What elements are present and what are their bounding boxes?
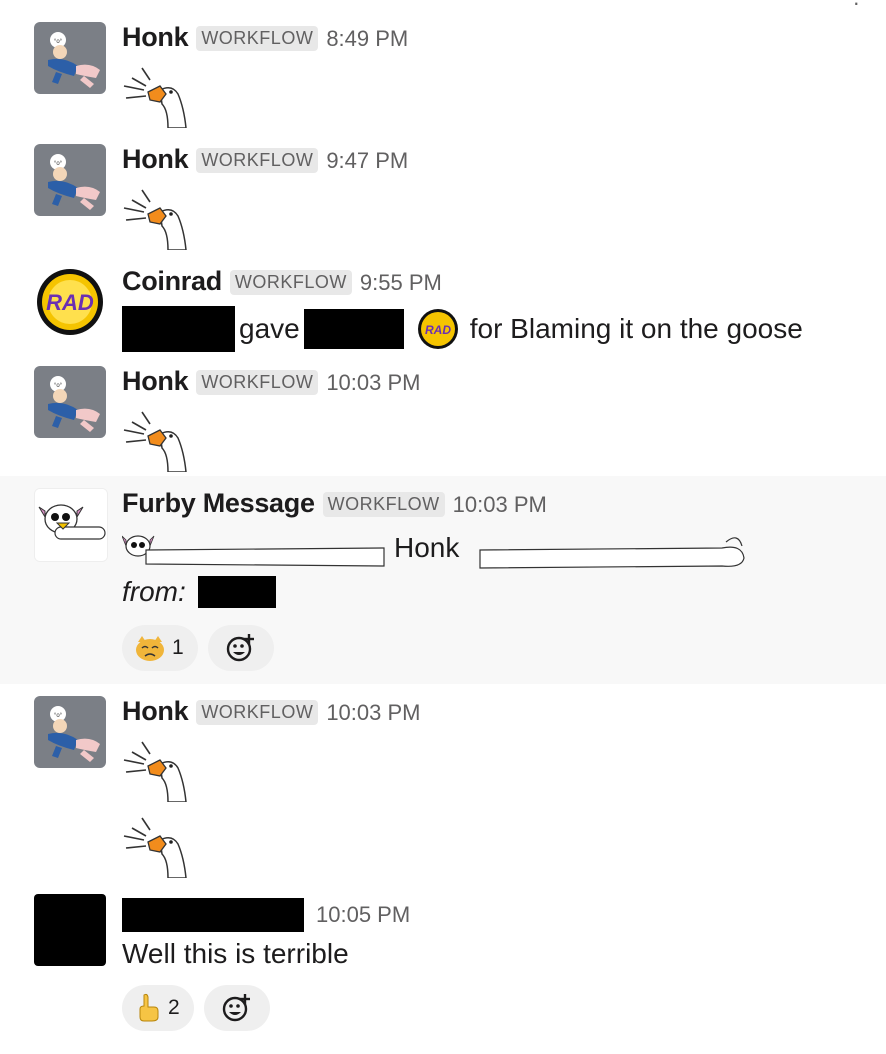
message: Honk WORKFLOW 10:03 PM [0,360,886,476]
from-line: from: [122,576,276,608]
text-for: for Blaming it on the goose [469,313,803,344]
redacted-user [197,576,276,608]
reaction-count: 1 [172,636,184,659]
message: Honk WORKFLOW 10:03 PM [0,684,886,880]
timestamp[interactable]: 10:05 PM [316,902,410,928]
rad-coin-icon: RAD [417,309,458,349]
message: Honk WORKFLOW 8:49 PM [0,0,886,130]
reaction-chip[interactable]: 2 [122,985,194,1031]
text-gave: gave [239,313,300,344]
redacted-user [303,309,404,349]
avatar[interactable] [34,144,106,216]
workflow-badge: WORKFLOW [229,270,352,295]
point-up-icon [139,993,159,1022]
sender-name[interactable]: Honk [122,22,189,53]
avatar[interactable] [34,366,106,438]
rad-coin-avatar-icon: RAD [37,269,103,335]
timestamp[interactable]: 10:03 PM [453,492,547,518]
avatar[interactable] [34,696,106,768]
timestamp[interactable]: 9:55 PM [360,270,442,296]
reaction-chip[interactable]: 1 [122,625,198,671]
message-header: Honk WORKFLOW 10:03 PM [122,696,420,727]
message: RAD Coinrad WORKFLOW 9:55 PM gave RAD fo… [0,250,886,360]
avatar-redacted[interactable] [34,894,106,966]
timestamp[interactable]: 10:03 PM [326,370,420,396]
avatar[interactable] [34,22,106,94]
workflow-badge: WORKFLOW [322,492,445,517]
from-label: from: [122,576,186,607]
add-reaction-button[interactable] [203,985,270,1031]
message-header: Honk WORKFLOW 8:49 PM [122,22,408,53]
workflow-badge: WORKFLOW [196,148,319,173]
workflow-badge: WORKFLOW [196,26,319,51]
workflow-badge: WORKFLOW [196,700,319,725]
honk-goose-icon [123,67,187,128]
svg-text:RAD: RAD [46,290,94,315]
reactions-bar: 2 [122,985,270,1031]
timestamp[interactable]: 10:03 PM [326,700,420,726]
reaction-count: 2 [168,996,180,1019]
message-header: 10:05 PM [122,898,410,932]
sender-name[interactable]: Honk [122,696,189,727]
baby-avatar-icon [34,144,106,216]
message-header: Honk WORKFLOW 9:47 PM [122,144,408,175]
honk-goose-icon [123,817,187,878]
baby-avatar-icon [34,22,106,94]
reactions-bar: 1 [122,625,274,671]
sender-name[interactable]: Coinrad [122,266,222,297]
honk-goose-icon [123,411,187,472]
redacted-sender-name[interactable] [122,898,304,932]
message-text: gave RAD for Blaming it on the goose [122,306,803,352]
honk-goose-icon [123,189,187,250]
avatar[interactable]: RAD [34,266,106,338]
add-reaction-icon [226,633,255,662]
baby-avatar-icon [34,366,106,438]
message: Honk WORKFLOW 9:47 PM [0,130,886,250]
message-text: Well this is terrible [122,938,349,969]
avatar[interactable] [34,488,108,562]
svg-text:RAD: RAD [425,323,451,337]
furby-avatar-icon [35,489,107,561]
baby-avatar-icon [34,696,106,768]
sender-name[interactable]: Honk [122,366,189,397]
honk-goose-icon [123,741,187,802]
furby-message-body: Honk [122,528,762,578]
workflow-badge: WORKFLOW [196,370,319,395]
timestamp[interactable]: 9:47 PM [326,148,408,174]
message-header: Furby Message WORKFLOW 10:03 PM [122,488,547,519]
timestamp[interactable]: 8:49 PM [326,26,408,52]
sender-name[interactable]: Furby Message [122,488,315,519]
message-header: Coinrad WORKFLOW 9:55 PM [122,266,442,297]
crying-cat-face-icon [136,636,164,661]
add-reaction-icon [222,993,251,1022]
message: 10:05 PM Well this is terrible 2 [0,880,886,1054]
redacted-user [122,306,235,352]
honk-text: Honk [394,532,460,563]
sender-name[interactable]: Honk [122,144,189,175]
message-header: Honk WORKFLOW 10:03 PM [122,366,420,397]
add-reaction-button[interactable] [207,625,274,671]
